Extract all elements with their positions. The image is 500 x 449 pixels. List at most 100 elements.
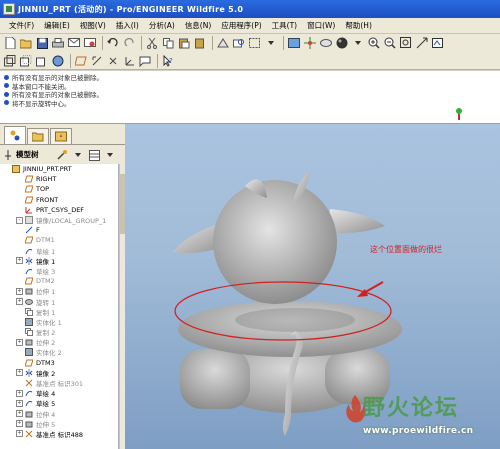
datum-points-toggle[interactable] xyxy=(106,54,120,68)
solidify-icon xyxy=(25,317,33,326)
tree-item[interactable]: + 草绘 5 xyxy=(0,398,118,408)
tree-expander-icon[interactable]: + xyxy=(16,257,23,265)
tree-item-label: 草绘 5 xyxy=(36,400,56,409)
open-file-button[interactable] xyxy=(19,36,33,50)
datum-plane-icon xyxy=(75,56,87,65)
tree-item[interactable]: 草绘 1 xyxy=(0,246,118,256)
select-button[interactable] xyxy=(248,36,262,50)
datum-planes-toggle[interactable] xyxy=(74,54,88,68)
menu-applications[interactable]: 应用程序(P) xyxy=(216,20,266,31)
tree-expander-icon[interactable]: + xyxy=(16,399,23,407)
tab-model-tree[interactable] xyxy=(4,126,26,144)
wireframe-button[interactable] xyxy=(3,54,17,68)
refit-button[interactable] xyxy=(399,36,413,50)
tree-item[interactable]: DTM1 xyxy=(0,235,118,245)
tree-expander-icon[interactable]: + xyxy=(16,298,23,306)
datum-axes-toggle[interactable] xyxy=(90,54,104,68)
tree-item[interactable]: + 镜像 1 xyxy=(0,256,118,266)
tree-expander-icon[interactable]: - xyxy=(16,216,23,224)
tree-settings-dropdown[interactable] xyxy=(71,148,85,162)
tree-item[interactable]: - 镜像/LOCAL_GROUP_1 xyxy=(0,215,118,225)
toolbar-separator xyxy=(283,36,284,50)
copy-icon xyxy=(162,37,173,48)
tree-item-label: TOP xyxy=(36,185,50,194)
tree-item[interactable]: DTM3 xyxy=(0,358,118,368)
model-tree: JINNIU_PRT.PRT RIGHT TOP FRONT PRT_CSYS_DEF -… xyxy=(0,164,119,449)
display-toolbar: ? xyxy=(0,52,500,70)
save-button[interactable] xyxy=(35,36,49,50)
shaded-button[interactable] xyxy=(51,54,65,68)
tree-item[interactable]: DTM2 xyxy=(0,276,118,286)
tab-favorites[interactable] xyxy=(50,128,72,144)
tree-item[interactable]: 实体化 2 xyxy=(0,347,118,357)
shading-dropdown[interactable] xyxy=(351,36,365,50)
tree-item[interactable]: 实体化 1 xyxy=(0,317,118,327)
tree-item[interactable]: + 基准点 标识488 xyxy=(0,429,118,439)
saved-views-button[interactable] xyxy=(431,36,445,50)
tree-settings-button[interactable] xyxy=(55,148,69,162)
paste-special-button[interactable] xyxy=(193,36,207,50)
view-manager-button[interactable] xyxy=(287,36,301,50)
tree-expander-icon[interactable]: + xyxy=(16,430,23,438)
tree-expander-icon[interactable]: + xyxy=(16,287,23,295)
datum-display-button[interactable] xyxy=(303,36,317,50)
zoom-out-button[interactable] xyxy=(383,36,397,50)
select-dropdown[interactable] xyxy=(264,36,278,50)
menu-file[interactable]: 文件(F) xyxy=(4,20,39,31)
hidden-line-button[interactable] xyxy=(19,54,33,68)
menu-tools[interactable]: 工具(T) xyxy=(267,20,302,31)
tree-item[interactable]: 基准点 标识301 xyxy=(0,378,118,388)
menu-view[interactable]: 视图(V) xyxy=(75,20,111,31)
tree-expander-icon[interactable]: + xyxy=(16,369,23,377)
annotations-toggle[interactable] xyxy=(138,54,152,68)
context-help-button[interactable]: ? xyxy=(161,54,175,68)
menu-insert[interactable]: 插入(I) xyxy=(111,20,144,31)
new-file-icon xyxy=(5,37,15,49)
menu-info[interactable]: 信息(N) xyxy=(180,20,216,31)
no-hidden-button[interactable] xyxy=(35,54,49,68)
send-link-button[interactable] xyxy=(83,36,97,50)
tree-item[interactable]: F xyxy=(0,225,118,235)
tree-item[interactable]: JINNIU_PRT.PRT xyxy=(0,164,118,174)
reorient-button[interactable] xyxy=(415,36,429,50)
menu-help[interactable]: 帮助(H) xyxy=(340,20,377,31)
cut-button[interactable] xyxy=(145,36,159,50)
zoom-in-button[interactable] xyxy=(367,36,381,50)
tree-expander-icon[interactable]: + xyxy=(16,420,23,428)
menu-edit[interactable]: 编辑(E) xyxy=(39,20,75,31)
menu-window[interactable]: 窗口(W) xyxy=(302,20,340,31)
tree-expander-icon[interactable]: + xyxy=(16,389,23,397)
spin-center-button[interactable] xyxy=(319,36,333,50)
shading-button[interactable] xyxy=(335,36,349,50)
new-file-button[interactable] xyxy=(3,36,17,50)
tree-item[interactable]: RIGHT xyxy=(0,174,118,184)
tree-item[interactable]: 复制 1 xyxy=(0,307,118,317)
tree-item[interactable]: + 拉伸 5 xyxy=(0,419,118,429)
print-button[interactable] xyxy=(51,36,65,50)
tab-folder-browser[interactable] xyxy=(27,128,49,144)
tree-item[interactable]: + 拉伸 2 xyxy=(0,337,118,347)
tree-item[interactable]: FRONT xyxy=(0,195,118,205)
regenerate-button[interactable] xyxy=(216,36,230,50)
tree-item[interactable]: TOP xyxy=(0,184,118,194)
menu-analysis[interactable]: 分析(A) xyxy=(144,20,180,31)
tree-expander-icon[interactable]: + xyxy=(16,338,23,346)
tree-expander-icon[interactable]: + xyxy=(16,410,23,418)
tree-item[interactable]: 复制 2 xyxy=(0,327,118,337)
tree-item[interactable]: 草绘 3 xyxy=(0,266,118,276)
tree-item[interactable]: + 草绘 4 xyxy=(0,388,118,398)
copy-button[interactable] xyxy=(161,36,175,50)
tree-columns-dropdown[interactable] xyxy=(103,148,117,162)
send-mail-button[interactable] xyxy=(67,36,81,50)
tree-item[interactable]: + 镜像 2 xyxy=(0,368,118,378)
csys-toggle[interactable] xyxy=(122,54,136,68)
redo-button[interactable] xyxy=(122,36,136,50)
find-button[interactable] xyxy=(232,36,246,50)
tree-item[interactable]: + 拉伸 4 xyxy=(0,409,118,419)
paste-button[interactable] xyxy=(177,36,191,50)
tree-item[interactable]: + 旋转 1 xyxy=(0,296,118,307)
undo-button[interactable] xyxy=(106,36,120,50)
tree-item[interactable]: + 拉伸 1 xyxy=(0,286,118,296)
tree-item[interactable]: PRT_CSYS_DEF xyxy=(0,205,118,215)
tree-columns-button[interactable] xyxy=(87,148,101,162)
